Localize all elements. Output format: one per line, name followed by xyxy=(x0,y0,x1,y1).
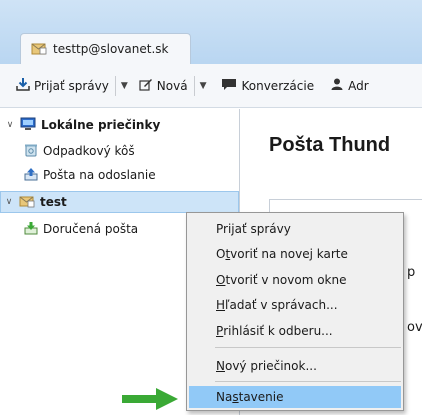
menu-item-open-new-window[interactable]: Otvoriť v novom okne xyxy=(189,269,401,291)
person-icon xyxy=(330,77,344,94)
folder-local-folders[interactable]: ∨ Lokálne priečinky xyxy=(0,114,239,136)
menu-separator xyxy=(215,347,401,348)
inbox-icon xyxy=(24,221,38,238)
new-message-button[interactable]: Nová xyxy=(135,74,192,98)
chevron-down-icon[interactable]: ▼ xyxy=(118,81,131,91)
address-book-button[interactable]: Adr xyxy=(326,74,373,98)
chat-bubble-icon xyxy=(221,77,237,94)
trash-icon xyxy=(24,143,38,160)
folder-outbox[interactable]: Pošta na odoslanie xyxy=(0,164,239,186)
menu-item-search-messages[interactable]: Hľadať v správach... xyxy=(189,294,401,316)
menu-item-get-messages[interactable]: Prijať správy xyxy=(189,218,401,240)
toolbar-separator xyxy=(114,75,116,96)
outbox-icon xyxy=(24,167,38,184)
content-text-fragment: ov xyxy=(407,320,422,335)
tab-title: testtp@slovanet.sk xyxy=(53,42,169,56)
chevron-down-icon[interactable]: ▼ xyxy=(197,81,210,91)
chevron-down-icon[interactable]: ∨ xyxy=(5,120,15,130)
download-icon xyxy=(16,77,30,94)
mail-toolbar: Prijať správy ▼ Nová ▼ Konverzácie Adr xyxy=(0,64,422,108)
tab-account[interactable]: testtp@slovanet.sk xyxy=(20,33,191,64)
account-icon xyxy=(19,194,35,211)
menu-separator xyxy=(215,381,401,382)
title-bar: testtp@slovanet.sk xyxy=(0,0,422,64)
menu-item-open-new-tab[interactable]: Ot voriť na novej karte xyxy=(189,243,401,265)
page-title: Pošta Thund xyxy=(269,134,391,156)
menu-item-new-folder[interactable]: Nový priečinok... xyxy=(189,355,401,377)
folder-context-menu: Prijať správy Ot voriť na novej karte Otv… xyxy=(186,212,404,411)
local-folders-icon xyxy=(20,117,36,134)
mail-folder-icon xyxy=(31,41,47,58)
folder-account-test[interactable]: ∨ test xyxy=(0,191,239,213)
green-arrow-icon xyxy=(122,388,178,410)
chevron-down-icon[interactable]: ∨ xyxy=(4,197,14,207)
get-messages-button[interactable]: Prijať správy xyxy=(12,74,113,98)
toolbar-separator xyxy=(193,75,195,96)
pencil-icon xyxy=(139,77,153,94)
menu-item-subscribe[interactable]: Prihlásiť k odberu... xyxy=(189,320,401,342)
content-text-fragment: p xyxy=(407,265,416,280)
chat-button[interactable]: Konverzácie xyxy=(217,74,318,98)
folder-trash[interactable]: Odpadkový kôš xyxy=(0,140,239,162)
menu-item-settings[interactable]: Na s tavenie xyxy=(189,386,401,408)
